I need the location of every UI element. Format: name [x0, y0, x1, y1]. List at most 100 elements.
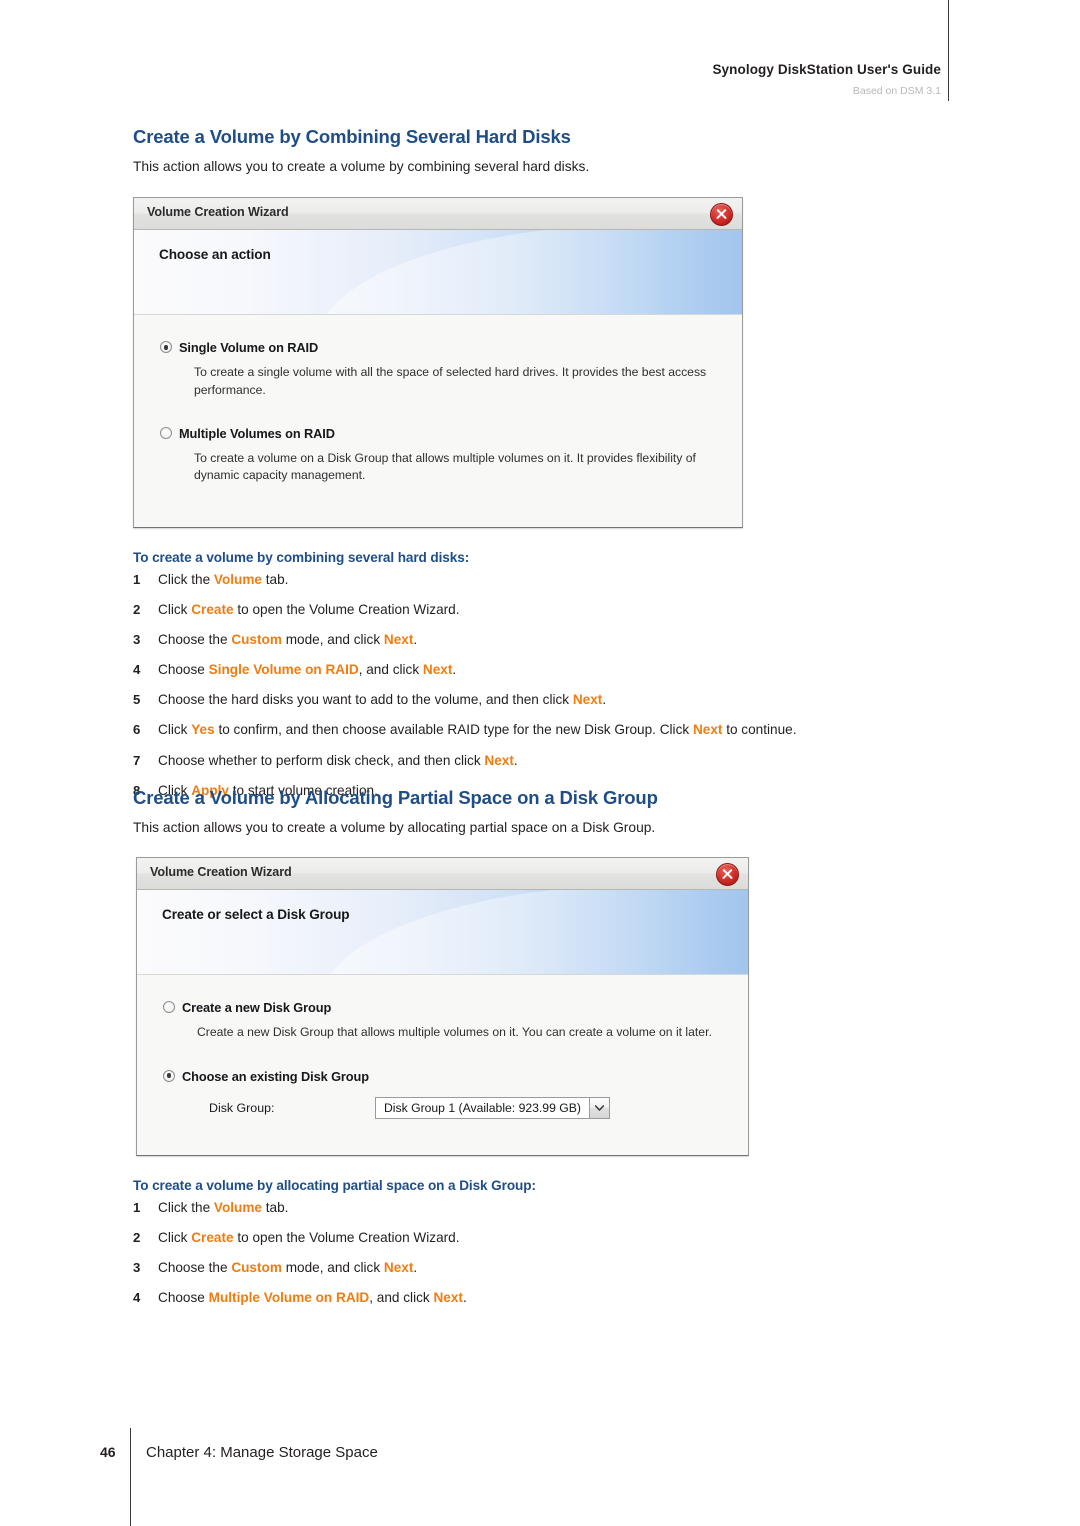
- step-text: .: [513, 752, 518, 768]
- procedure-step: 3 Choose the Custom mode, and click Next.: [133, 631, 963, 649]
- option-label: Choose an existing Disk Group: [182, 1068, 369, 1084]
- guide-title: Synology DiskStation User's Guide: [712, 62, 941, 77]
- step-highlight-term: Create: [191, 601, 234, 617]
- step-text: Click: [158, 1229, 192, 1245]
- option-choose-existing-disk-group[interactable]: Choose an existing Disk Group Disk Group…: [151, 1068, 734, 1119]
- close-icon[interactable]: [716, 863, 739, 887]
- step-text: mode, and click: [281, 631, 384, 647]
- step-text: to open the Volume Creation Wizard.: [233, 1229, 460, 1245]
- step-highlight-term: Next: [572, 692, 603, 708]
- step-highlight-term: Yes: [191, 722, 215, 738]
- step-text: .: [452, 662, 457, 678]
- step-text: to open the Volume Creation Wizard.: [233, 601, 460, 617]
- step-text: .: [602, 692, 607, 708]
- section-intro: This action allows you to create a volum…: [133, 820, 656, 835]
- step-text: Choose whether to perform disk check, an…: [158, 752, 485, 768]
- step-number: 4: [133, 662, 141, 678]
- step-number: 7: [133, 752, 141, 768]
- radio-multiple-volumes-on-raid[interactable]: [160, 426, 172, 439]
- section-allocating-partial-space: Create a Volume by Allocating Partial Sp…: [133, 787, 963, 1319]
- step-highlight-term: Multiple Volume on RAID: [208, 1290, 370, 1306]
- step-number: 1: [133, 1199, 141, 1215]
- option-label: Multiple Volumes on RAID: [179, 425, 335, 441]
- header-divider-rule: [948, 0, 949, 101]
- step-text: to confirm, and then choose available RA…: [214, 722, 693, 738]
- step-number: 5: [133, 692, 141, 708]
- step-text: tab.: [262, 571, 289, 587]
- step-text: Click: [158, 601, 192, 617]
- step-text: .: [413, 631, 418, 647]
- option-single-volume-on-raid[interactable]: Single Volume on RAID To create a single…: [148, 339, 728, 399]
- option-description: To create a volume on a Disk Group that …: [194, 450, 696, 483]
- section-combining-hard-disks: Create a Volume by Combining Several Har…: [133, 126, 963, 812]
- step-text: Click: [158, 722, 192, 738]
- radio-create-new-disk-group[interactable]: [163, 1001, 175, 1014]
- step-text: Choose: [158, 1290, 209, 1306]
- volume-creation-wizard-dialog-1: Volume Creation Wizard Choose an action …: [133, 197, 743, 528]
- step-number: 2: [133, 1229, 141, 1245]
- procedure-step: 6 Click Yes to confirm, and then choose a…: [133, 721, 963, 739]
- step-text: tab.: [262, 1199, 289, 1215]
- disk-group-label: Disk Group:: [209, 1100, 275, 1115]
- dialog-body: Create a new Disk Group Create a new Dis…: [137, 975, 748, 1155]
- procedure-steps: 1 Click the Volume tab. 2 Click Create to o…: [133, 1199, 963, 1307]
- step-text: Choose the hard disks you want to add to…: [158, 692, 573, 708]
- option-description: Create a new Disk Group that allows mult…: [197, 1025, 712, 1040]
- step-number: 3: [133, 1259, 141, 1275]
- procedure-step: 3 Choose the Custom mode, and click Next.: [133, 1259, 963, 1277]
- step-highlight-term: Next: [484, 752, 514, 768]
- disk-group-select-value: Disk Group 1 (Available: 923.99 GB): [384, 1100, 581, 1115]
- page-title: Create a Volume by Combining Several Har…: [133, 126, 571, 147]
- step-text: Click the: [158, 1199, 214, 1215]
- step-highlight-term: Next: [433, 1290, 463, 1306]
- option-create-new-disk-group[interactable]: Create a new Disk Group Create a new Dis…: [151, 999, 734, 1041]
- step-text: , and click: [369, 1290, 434, 1306]
- procedure-combining-hard-disks: To create a volume by combining several …: [133, 550, 963, 800]
- procedure-title: To create a volume by combining several …: [133, 549, 470, 565]
- step-number: 4: [133, 1290, 141, 1306]
- procedure-step: 1 Click the Volume tab.: [133, 571, 963, 589]
- step-highlight-term: Volume: [213, 1199, 262, 1215]
- radio-single-volume-on-raid[interactable]: [160, 341, 172, 354]
- section-intro: This action allows you to create a volum…: [133, 159, 590, 174]
- dialog-step-heading: Create or select a Disk Group: [162, 907, 350, 923]
- step-text: Click the: [158, 571, 214, 587]
- chevron-down-icon[interactable]: [588, 1097, 609, 1118]
- dialog-title-bar: Volume Creation Wizard: [137, 858, 748, 891]
- page-header: Synology DiskStation User's Guide Based …: [0, 0, 1080, 104]
- procedure-steps: 1 Click the Volume tab. 2 Click Create to o…: [133, 571, 963, 800]
- dialog-title-bar: Volume Creation Wizard: [134, 198, 742, 231]
- volume-creation-wizard-dialog-2: Volume Creation Wizard Create or select …: [136, 857, 749, 1156]
- step-text: .: [413, 1259, 418, 1275]
- close-icon[interactable]: [710, 203, 733, 227]
- step-text: to continue.: [722, 722, 797, 738]
- step-highlight-term: Volume: [213, 571, 262, 587]
- procedure-step: 5 Choose the hard disks you want to add t…: [133, 691, 963, 709]
- procedure-step: 2 Click Create to open the Volume Creatio…: [133, 601, 963, 619]
- dialog-banner: Create or select a Disk Group: [137, 890, 748, 976]
- disk-group-field-row: Disk Group: Disk Group 1 (Available: 923…: [209, 1096, 734, 1119]
- option-label: Single Volume on RAID: [179, 340, 319, 356]
- page-title: Create a Volume by Allocating Partial Sp…: [133, 787, 658, 808]
- option-multiple-volumes-on-raid[interactable]: Multiple Volumes on RAID To create a vol…: [148, 425, 728, 485]
- procedure-step: 7 Choose whether to perform disk check, a…: [133, 752, 963, 770]
- dialog-title: Volume Creation Wizard: [150, 865, 292, 880]
- step-number: 1: [133, 571, 141, 587]
- option-description: To create a single volume with all the s…: [194, 365, 707, 397]
- guide-version: Based on DSM 3.1: [852, 85, 941, 97]
- step-highlight-term: Create: [191, 1229, 234, 1245]
- step-highlight-term: Custom: [231, 631, 282, 647]
- page-number: 46: [100, 1444, 116, 1460]
- step-number: 6: [133, 722, 141, 738]
- step-highlight-term: Custom: [231, 1259, 282, 1275]
- procedure-step: 4 Choose Single Volume on RAID, and click…: [133, 661, 963, 679]
- step-text: Choose: [158, 662, 209, 678]
- dialog-banner: Choose an action: [134, 230, 742, 316]
- step-text: mode, and click: [281, 1259, 384, 1275]
- step-highlight-term: Next: [692, 722, 723, 738]
- step-text: Choose the: [158, 1259, 232, 1275]
- chapter-label: Chapter 4: Manage Storage Space: [146, 1444, 378, 1461]
- disk-group-select[interactable]: Disk Group 1 (Available: 923.99 GB): [375, 1096, 610, 1119]
- radio-choose-existing-disk-group[interactable]: [163, 1069, 175, 1082]
- step-highlight-term: Single Volume on RAID: [208, 662, 359, 678]
